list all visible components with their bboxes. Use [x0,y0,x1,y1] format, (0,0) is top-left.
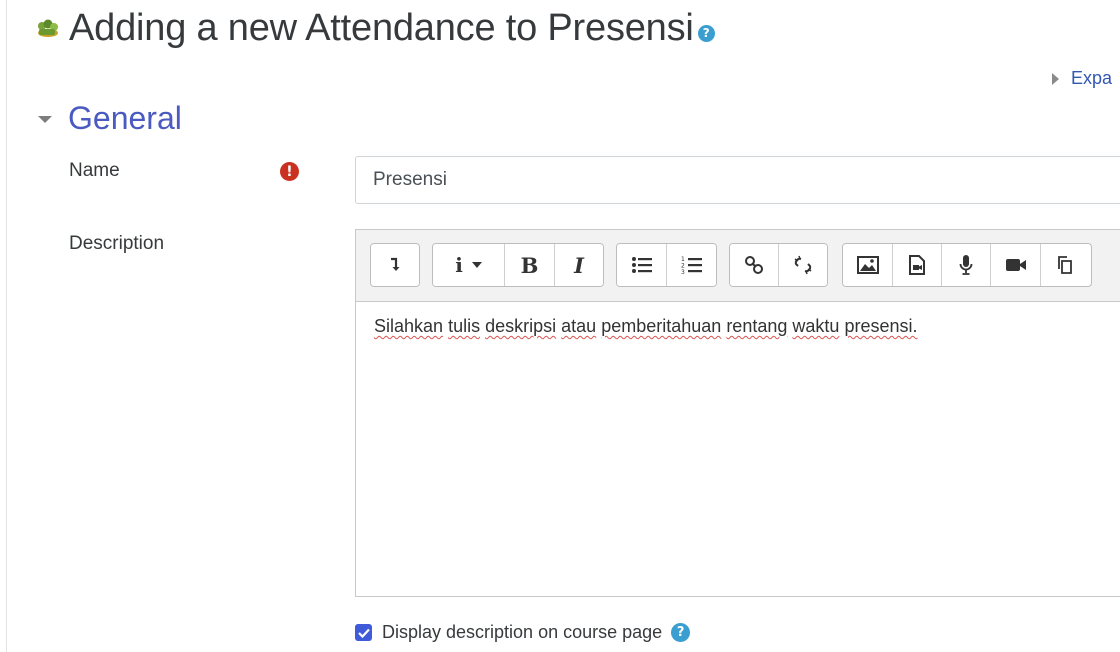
left-divider [6,0,7,652]
bold-button[interactable]: B [505,244,555,286]
insert-link-button[interactable] [730,244,779,286]
media-file-icon [909,255,925,275]
description-label: Description [69,233,165,254]
page-heading: Adding a new Attendance to Presensi ? [34,4,715,52]
editor-word: pemberitahuan [601,316,722,336]
dropdown-caret-icon [471,262,482,268]
page-title: Adding a new Attendance to Presensi [69,6,694,49]
ordered-list-button[interactable]: 1 2 3 [667,244,716,286]
microphone-icon [959,255,973,275]
required-icon: ! [280,162,299,181]
arrow-down-icon [391,257,400,271]
unlink-icon [794,255,812,275]
toolbar-group-lists: 1 2 3 [616,243,717,287]
expand-all-link[interactable]: Expa [1052,68,1112,89]
ordered-list-icon: 1 2 3 [681,256,702,275]
remove-link-button[interactable] [779,244,827,286]
display-description-label[interactable]: Display description on course page [382,622,662,643]
editor-word: rentang [726,316,788,336]
bold-icon: B [520,252,539,278]
image-icon [856,256,879,274]
insert-media-button[interactable] [893,244,942,286]
toolbar-group-text: i B I [432,243,604,287]
display-description-checkbox[interactable] [355,624,372,641]
insert-image-button[interactable] [843,244,893,286]
toolbar-group-media [842,243,1092,287]
link-icon [745,256,763,274]
editor-word: atau [561,316,597,336]
svg-text:3: 3 [681,269,685,275]
editor-word: waktu [792,316,840,336]
collapse-toolbar-button[interactable] [371,244,419,286]
video-camera-icon [1005,259,1026,271]
page: Adding a new Attendance to Presensi ? Ex… [0,0,1120,652]
italic-button[interactable]: I [555,244,603,286]
copy-files-icon [1058,256,1072,274]
caret-down-icon [38,116,52,123]
caret-right-icon [1052,72,1059,85]
help-icon[interactable]: ? [697,24,715,42]
editor-word: Silahkan [374,316,444,336]
description-text[interactable]: Silahkan tulis deskripsi atau pemberitah… [374,316,917,337]
editor-word: presensi. [844,316,918,336]
help-icon[interactable]: ? [671,623,691,642]
paragraph-style-button[interactable]: i [433,244,505,286]
record-video-button[interactable] [991,244,1041,286]
name-label: Name [69,160,120,181]
section-general-toggle[interactable]: General [38,100,182,137]
unordered-list-button[interactable] [617,244,667,286]
style-icon: i [455,253,463,277]
editor-word: deskripsi [485,316,557,336]
manage-files-button[interactable] [1041,244,1089,286]
editor-toolbar: i B I 1 2 3 [356,230,1120,302]
toolbar-group-collapse [370,243,420,287]
italic-icon: I [574,252,584,278]
checkmark-icon [357,628,370,638]
name-input[interactable] [355,156,1120,204]
unordered-list-icon [631,257,652,273]
display-description-row: Display description on course page ? [355,622,691,643]
toolbar-group-links [729,243,828,287]
editor-word: tulis [448,316,481,336]
attendance-module-icon [34,15,60,41]
section-title: General [68,100,182,136]
expand-all-label: Expa [1071,68,1113,88]
record-audio-button[interactable] [942,244,991,286]
description-editor: i B I 1 2 3 Silahkan tulis deskripsi ata… [355,229,1120,597]
